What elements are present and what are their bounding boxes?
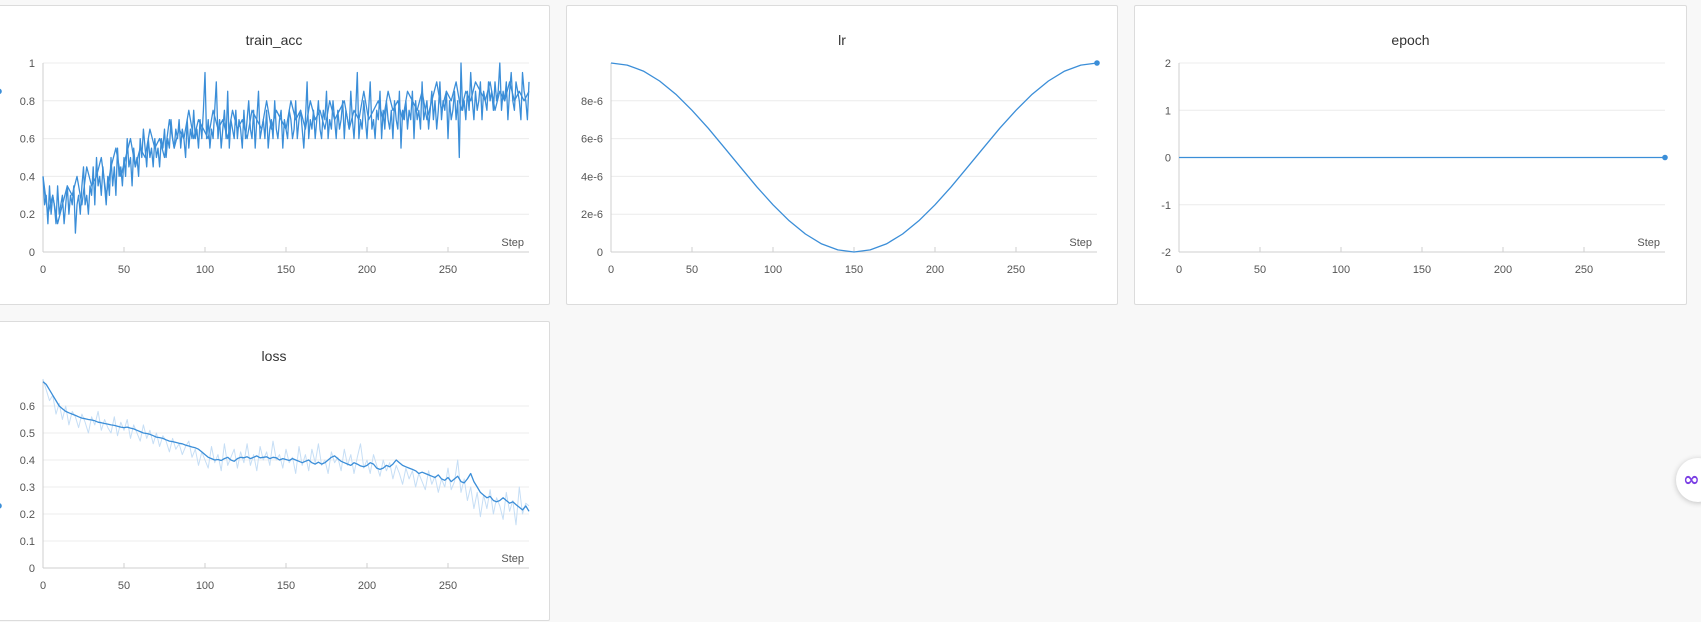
y-tick-label: 6e-6 (581, 134, 603, 146)
x-axis-label: Step (501, 553, 524, 565)
x-tick-label: 200 (1494, 264, 1512, 276)
x-tick-label: 200 (358, 580, 376, 592)
x-tick-label: 0 (1176, 264, 1182, 276)
series-end-point (1662, 154, 1668, 161)
chart-panel-train-acc: train_acc 0 0.2 0.4 0.6 0.8 1 0 50 100 150 200 250 S… (0, 5, 550, 305)
x-tick-label: 50 (118, 580, 130, 592)
x-tick-label: 200 (926, 264, 944, 276)
series-line (610, 62, 1098, 253)
y-tick-label: 0.4 (20, 171, 35, 183)
y-tick-label: 0 (29, 247, 35, 259)
x-tick-label: 250 (1007, 264, 1025, 276)
chart-svg-train-acc[interactable]: 0 0.2 0.4 0.6 0.8 1 0 50 100 150 200 250 Step (0, 6, 551, 306)
y-tick-label: 2e-6 (581, 209, 603, 221)
chart-svg-loss[interactable]: 0 0.1 0.2 0.3 0.4 0.5 0.6 0 50 100 150 200 250 Step (0, 322, 551, 622)
series-end-point (0, 503, 2, 509)
x-tick-label: 0 (40, 580, 46, 592)
chart-panel-lr: lr 0 2e-6 4e-6 6e-6 8e-6 0 50 100 150 200 250 Step (566, 5, 1118, 305)
y-tick-label: 0.8 (20, 96, 35, 108)
x-tick-label: 200 (358, 264, 376, 276)
x-tick-label: 250 (1575, 264, 1593, 276)
infinity-icon: ∞ (1683, 467, 1700, 491)
y-tick-label: 0.4 (20, 455, 35, 467)
y-tick-label: 0.5 (20, 428, 35, 440)
x-axis-label: Step (501, 237, 524, 249)
y-tick-label: 0.6 (20, 134, 35, 146)
chart-panel-loss: loss 0 0.1 0.2 0.3 0.4 0.5 0.6 0 50 100 150 200 250 S… (0, 321, 550, 621)
y-tick-label: 0 (29, 563, 35, 575)
x-tick-label: 50 (118, 264, 130, 276)
series-line (42, 378, 530, 526)
x-tick-label: 250 (439, 580, 457, 592)
x-tick-label: 0 (608, 264, 614, 276)
x-tick-label: 100 (196, 580, 214, 592)
x-tick-label: 150 (1413, 264, 1431, 276)
series-line (42, 81, 530, 225)
y-tick-label: 0.2 (20, 209, 35, 221)
chart-svg-epoch[interactable]: -2 -1 0 1 2 0 50 100 150 200 250 Step (1135, 6, 1688, 306)
y-tick-label: 4e-6 (581, 171, 603, 183)
y-tick-label: 1 (29, 58, 35, 70)
chart-panel-epoch: epoch -2 -1 0 1 2 0 50 100 150 200 250 Step (1134, 5, 1687, 305)
x-tick-label: 150 (277, 580, 295, 592)
x-tick-label: 100 (764, 264, 782, 276)
series-line (42, 381, 530, 512)
y-tick-label: -1 (1161, 200, 1171, 212)
x-tick-label: 50 (686, 264, 698, 276)
y-tick-label: 0.6 (20, 401, 35, 413)
y-tick-label: 1 (1165, 105, 1171, 117)
x-tick-label: 150 (845, 264, 863, 276)
chart-svg-lr[interactable]: 0 2e-6 4e-6 6e-6 8e-6 0 50 100 150 200 250 Step (567, 6, 1119, 306)
x-tick-label: 0 (40, 264, 46, 276)
series-end-point (0, 88, 2, 94)
y-tick-label: -2 (1161, 247, 1171, 259)
series-end-point (1094, 60, 1100, 66)
x-axis-label: Step (1069, 237, 1092, 249)
y-tick-label: 8e-6 (581, 96, 603, 108)
floating-action-button[interactable]: ∞ (1676, 458, 1701, 502)
x-tick-label: 100 (1332, 264, 1350, 276)
x-tick-label: 50 (1254, 264, 1266, 276)
y-tick-label: 0.1 (20, 536, 35, 548)
x-axis-label: Step (1637, 237, 1660, 249)
x-tick-label: 250 (439, 264, 457, 276)
y-tick-label: 0.2 (20, 509, 35, 521)
y-tick-label: 0 (597, 247, 603, 259)
x-tick-label: 150 (277, 264, 295, 276)
y-tick-label: 2 (1165, 58, 1171, 70)
y-tick-label: 0.3 (20, 482, 35, 494)
x-tick-label: 100 (196, 264, 214, 276)
y-tick-label: 0 (1165, 153, 1171, 165)
